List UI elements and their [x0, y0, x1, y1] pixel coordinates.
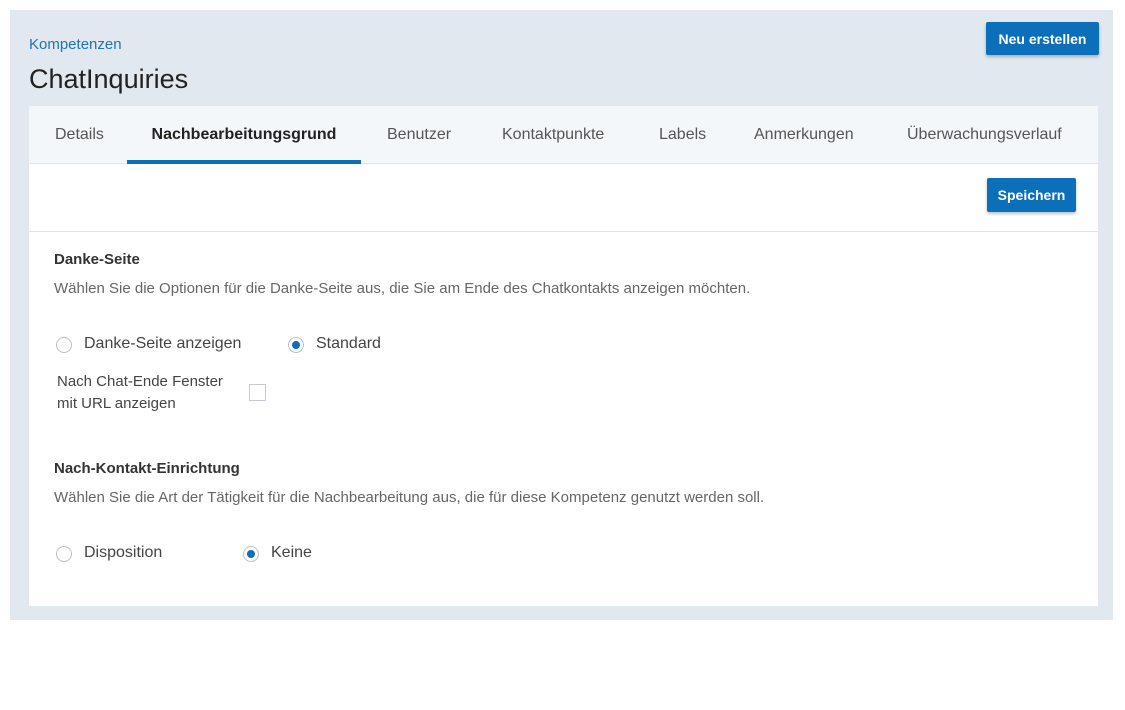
none-radio[interactable] [243, 546, 259, 562]
post-contact-section-title: Nach-Kontakt-Einrichtung [54, 460, 240, 477]
content-card: Details Nachbearbeitungsgrund Benutzer K… [29, 106, 1098, 606]
page-title: ChatInquiries [29, 64, 189, 94]
url-window-checkbox[interactable] [249, 384, 266, 401]
none-label[interactable]: Keine [271, 544, 312, 562]
url-window-label: Nach Chat-Ende Fenster mit URL anzeigen [57, 373, 223, 412]
post-contact-section-description: Wählen Sie die Art der Tätigkeit für die… [54, 489, 765, 506]
save-bar: Speichern [29, 163, 1098, 232]
tab-users[interactable]: Benutzer [387, 106, 451, 163]
tab-notes[interactable]: Anmerkungen [754, 106, 854, 163]
disposition-label[interactable]: Disposition [84, 544, 162, 562]
standard-radio[interactable] [288, 337, 304, 353]
tab-bar: Details Nachbearbeitungsgrund Benutzer K… [29, 106, 1098, 164]
standard-label[interactable]: Standard [316, 335, 381, 353]
tab-contact-points[interactable]: Kontaktpunkte [502, 106, 604, 163]
tab-audit-history[interactable]: Überwachungsverlauf [907, 106, 1062, 163]
tab-post-processing-reason[interactable]: Nachbearbeitungsgrund [127, 106, 361, 164]
save-button[interactable]: Speichern [987, 178, 1076, 212]
tab-labels[interactable]: Labels [659, 106, 706, 163]
new-button[interactable]: Neu erstellen [986, 22, 1099, 55]
breadcrumb-link[interactable]: Kompetenzen [29, 36, 122, 53]
tab-details[interactable]: Details [55, 106, 104, 163]
thank-you-section-description: Wählen Sie die Optionen für die Danke-Se… [54, 280, 751, 297]
disposition-radio[interactable] [56, 546, 72, 562]
page-frame: Kompetenzen ChatInquiries Neu erstellen … [10, 10, 1113, 620]
show-thank-you-page-radio[interactable] [56, 337, 72, 353]
thank-you-section-title: Danke-Seite [54, 251, 140, 268]
show-thank-you-page-label[interactable]: Danke-Seite anzeigen [84, 335, 241, 353]
